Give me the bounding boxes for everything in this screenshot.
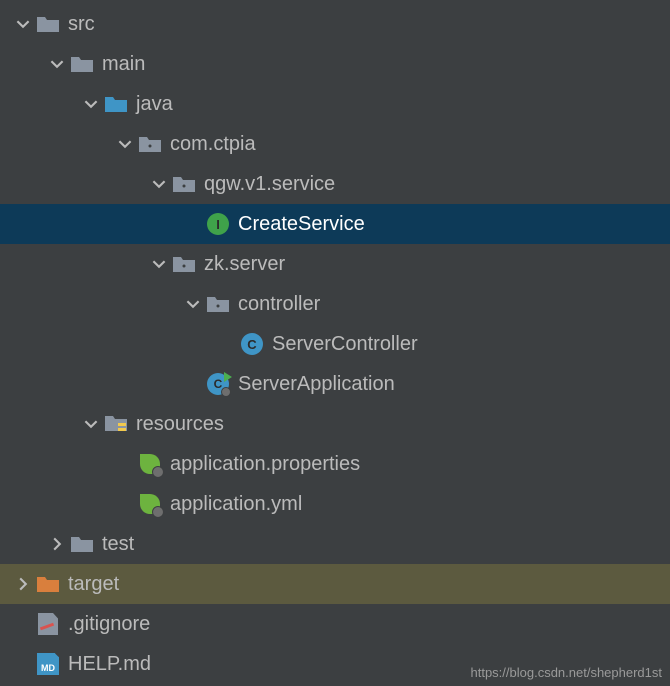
tree-item-label: CreateService	[238, 204, 365, 244]
tree-item-server-application[interactable]: C ServerApplication	[0, 364, 670, 404]
chevron-down-icon[interactable]	[150, 175, 168, 193]
tree-item-zk-server[interactable]: zk.server	[0, 244, 670, 284]
tree-item-label: resources	[136, 404, 224, 444]
chevron-down-icon[interactable]	[82, 415, 100, 433]
package-icon	[172, 252, 196, 276]
tree-item-resources[interactable]: resources	[0, 404, 670, 444]
excluded-folder-icon	[36, 572, 60, 596]
tree-item-label: zk.server	[204, 244, 285, 284]
tree-item-label: src	[68, 4, 95, 44]
class-icon: C	[240, 332, 264, 356]
tree-item-app-yml[interactable]: application.yml	[0, 484, 670, 524]
watermark-text: https://blog.csdn.net/shepherd1st	[470, 665, 662, 680]
tree-item-server-controller[interactable]: C ServerController	[0, 324, 670, 364]
tree-item-label: test	[102, 524, 134, 564]
tree-item-label: .gitignore	[68, 604, 150, 644]
tree-item-label: qgw.v1.service	[204, 164, 335, 204]
package-icon	[172, 172, 196, 196]
interface-icon: I	[206, 212, 230, 236]
chevron-right-icon[interactable]	[48, 535, 66, 553]
tree-item-label: com.ctpia	[170, 124, 256, 164]
tree-item-src[interactable]: src	[0, 4, 670, 44]
tree-item-label: ServerController	[272, 324, 418, 364]
spring-config-icon	[138, 452, 162, 476]
gitignore-file-icon	[36, 612, 60, 636]
tree-item-test[interactable]: test	[0, 524, 670, 564]
folder-icon	[70, 52, 94, 76]
tree-item-label: java	[136, 84, 173, 124]
tree-item-gitignore[interactable]: .gitignore	[0, 604, 670, 644]
tree-item-main[interactable]: main	[0, 44, 670, 84]
spring-config-icon	[138, 492, 162, 516]
tree-item-create-service[interactable]: I CreateService	[0, 204, 670, 244]
chevron-down-icon[interactable]	[116, 135, 134, 153]
tree-item-label: controller	[238, 284, 320, 324]
package-icon	[206, 292, 230, 316]
chevron-down-icon[interactable]	[48, 55, 66, 73]
markdown-file-icon	[36, 652, 60, 676]
source-folder-icon	[104, 92, 128, 116]
tree-item-label: target	[68, 564, 119, 604]
folder-icon	[36, 12, 60, 36]
tree-item-label: main	[102, 44, 145, 84]
tree-item-qgw-service[interactable]: qgw.v1.service	[0, 164, 670, 204]
tree-item-app-properties[interactable]: application.properties	[0, 444, 670, 484]
folder-icon	[70, 532, 94, 556]
tree-item-label: ServerApplication	[238, 364, 395, 404]
tree-item-java[interactable]: java	[0, 84, 670, 124]
tree-item-label: HELP.md	[68, 644, 151, 684]
spring-boot-app-icon: C	[206, 372, 230, 396]
tree-item-com-ctpia[interactable]: com.ctpia	[0, 124, 670, 164]
chevron-down-icon[interactable]	[184, 295, 202, 313]
chevron-down-icon[interactable]	[82, 95, 100, 113]
resources-folder-icon	[104, 412, 128, 436]
chevron-down-icon[interactable]	[150, 255, 168, 273]
tree-item-label: application.yml	[170, 484, 302, 524]
chevron-right-icon[interactable]	[14, 575, 32, 593]
tree-item-target[interactable]: target	[0, 564, 670, 604]
project-tree: src main java com.ctpia	[0, 0, 670, 684]
tree-item-label: application.properties	[170, 444, 360, 484]
package-icon	[138, 132, 162, 156]
chevron-down-icon[interactable]	[14, 15, 32, 33]
tree-item-controller[interactable]: controller	[0, 284, 670, 324]
